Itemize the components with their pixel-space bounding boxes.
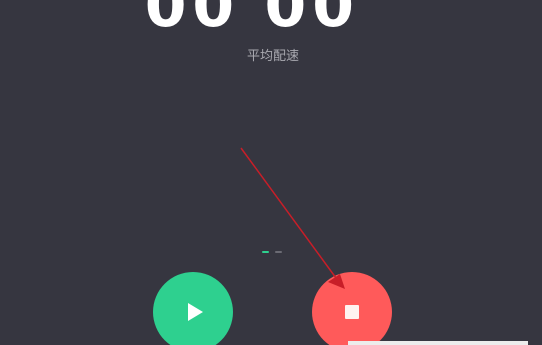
bottom-bar [348, 341, 528, 345]
arrow-line [240, 147, 337, 279]
running-screen: 00'00" 平均配速 [0, 0, 542, 345]
arrow-annotation [240, 147, 345, 289]
arrow-head [328, 274, 345, 289]
